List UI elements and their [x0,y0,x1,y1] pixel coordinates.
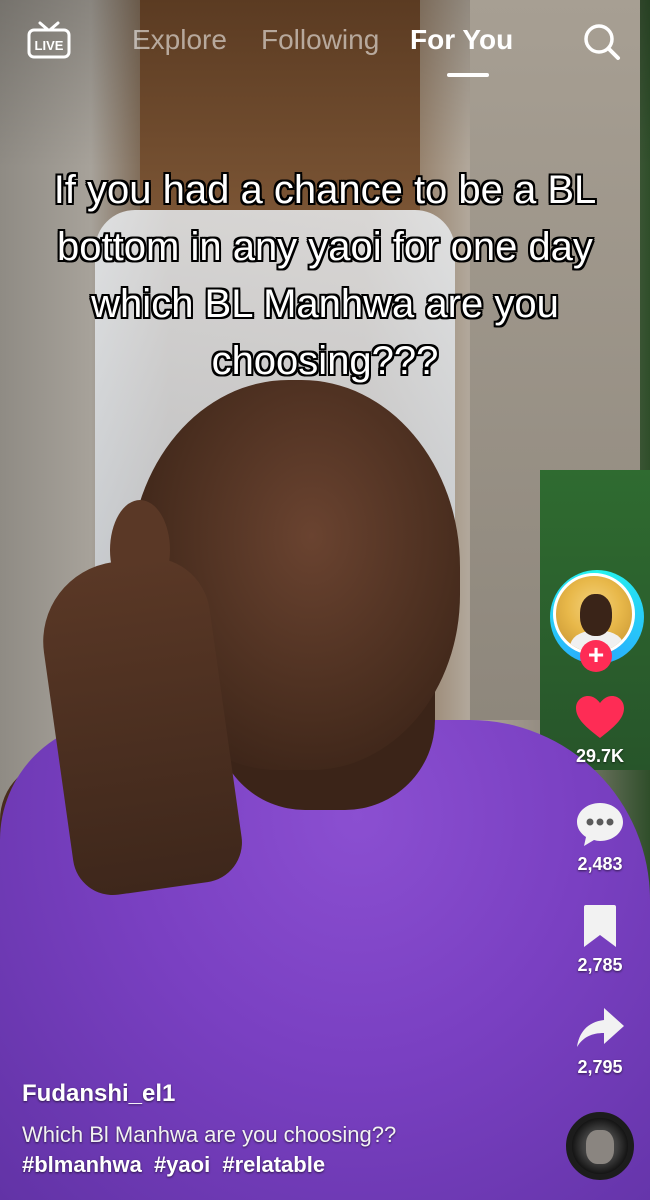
like-button[interactable]: 29.7K [560,694,640,767]
share-count: 2,795 [577,1057,623,1077]
username[interactable]: Fudanshi_el1 [22,1080,542,1108]
bookmark-icon [584,905,616,947]
comment-icon [577,803,623,846]
tab-following[interactable]: Following [261,24,379,56]
comment-button[interactable]: 2,483 [560,800,640,875]
creator-avatar[interactable]: + [550,570,644,672]
avatar-face [580,594,612,636]
heart-icon [576,696,624,738]
hashtag-list: #blmanhwa #yaoi #relatable [22,1152,542,1178]
live-label: LIVE [35,38,64,53]
hashtag[interactable]: #yaoi [154,1152,210,1177]
like-count: 29.7K [575,746,625,766]
save-button[interactable]: 2,785 [560,903,640,976]
music-disc-art [586,1130,614,1164]
active-tab-indicator [447,73,489,77]
live-tv-icon: LIVE [27,21,71,59]
plus-icon: + [587,639,605,670]
post-description: Which Bl Manhwa are you choosing?? [22,1122,397,1147]
music-disc-icon[interactable] [566,1112,634,1180]
tab-for-you[interactable]: For You [410,24,513,56]
hashtag[interactable]: #relatable [222,1152,325,1177]
live-button[interactable]: LIVE [26,20,72,62]
post-info: Fudanshi_el1 Which Bl Manhwa are you cho… [22,1080,542,1178]
share-icon [577,1008,624,1047]
hashtag[interactable]: #blmanhwa [22,1152,142,1177]
share-button[interactable]: 2,795 [560,1005,640,1078]
comment-count: 2,483 [577,854,623,874]
tab-explore[interactable]: Explore [132,24,227,56]
video-overlay-text: If you had a chance to be a BL bottom in… [53,168,597,383]
save-count: 2,785 [577,955,623,975]
follow-button[interactable]: + [580,640,612,672]
